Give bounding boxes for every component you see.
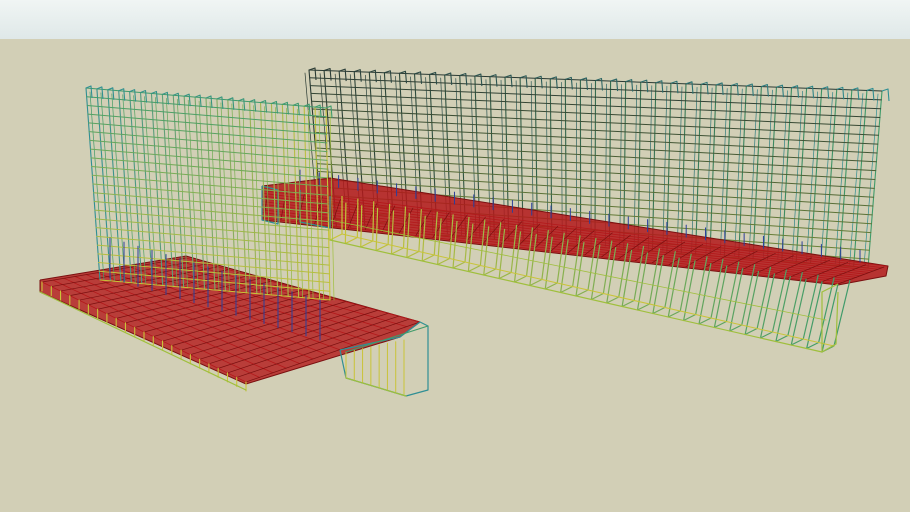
slab-longitudinal-bar <box>263 195 874 272</box>
wall-vertical-bar-back <box>763 89 773 259</box>
wall-vertical-bar-back <box>719 88 728 256</box>
wall-vertical-bar-back <box>648 85 653 250</box>
beam-stirrup <box>775 271 803 343</box>
small-wall-vertical-bar-back <box>220 102 230 292</box>
wall-vertical-bar-back <box>676 86 683 252</box>
small-wall-vertical-bar-back <box>209 101 220 291</box>
beam-stirrup <box>759 269 788 339</box>
3d-viewport[interactable] <box>0 0 910 512</box>
wall-vertical-bar-back <box>662 85 668 251</box>
wall-vertical-bar-back <box>633 84 638 249</box>
wall-vertical-bar-back <box>863 93 879 267</box>
small-rebar-cage[interactable] <box>39 85 429 397</box>
small-wall-vertical-bar-back <box>100 92 115 282</box>
rebar-model-scene[interactable] <box>0 0 910 512</box>
wall-vertical-bar-back <box>619 84 623 248</box>
wall-vertical-bar-back <box>748 89 758 258</box>
small-wall-vertical-bar-back <box>253 105 262 294</box>
small-wall-vertical-bar-back <box>89 91 105 281</box>
small-wall-vertical-bar-back <box>242 104 251 294</box>
small-beam-bottom-bar <box>345 377 407 397</box>
slab-longitudinal-bar <box>263 193 879 270</box>
wall-vertical-bar-back <box>777 90 788 260</box>
wall-top-hook <box>881 88 890 102</box>
wall-vertical-bar-back <box>734 88 743 257</box>
small-wall-vertical-bar-back <box>111 93 126 283</box>
beam-stirrup <box>790 274 819 346</box>
small-wall-vertical-bar-back <box>231 103 241 293</box>
